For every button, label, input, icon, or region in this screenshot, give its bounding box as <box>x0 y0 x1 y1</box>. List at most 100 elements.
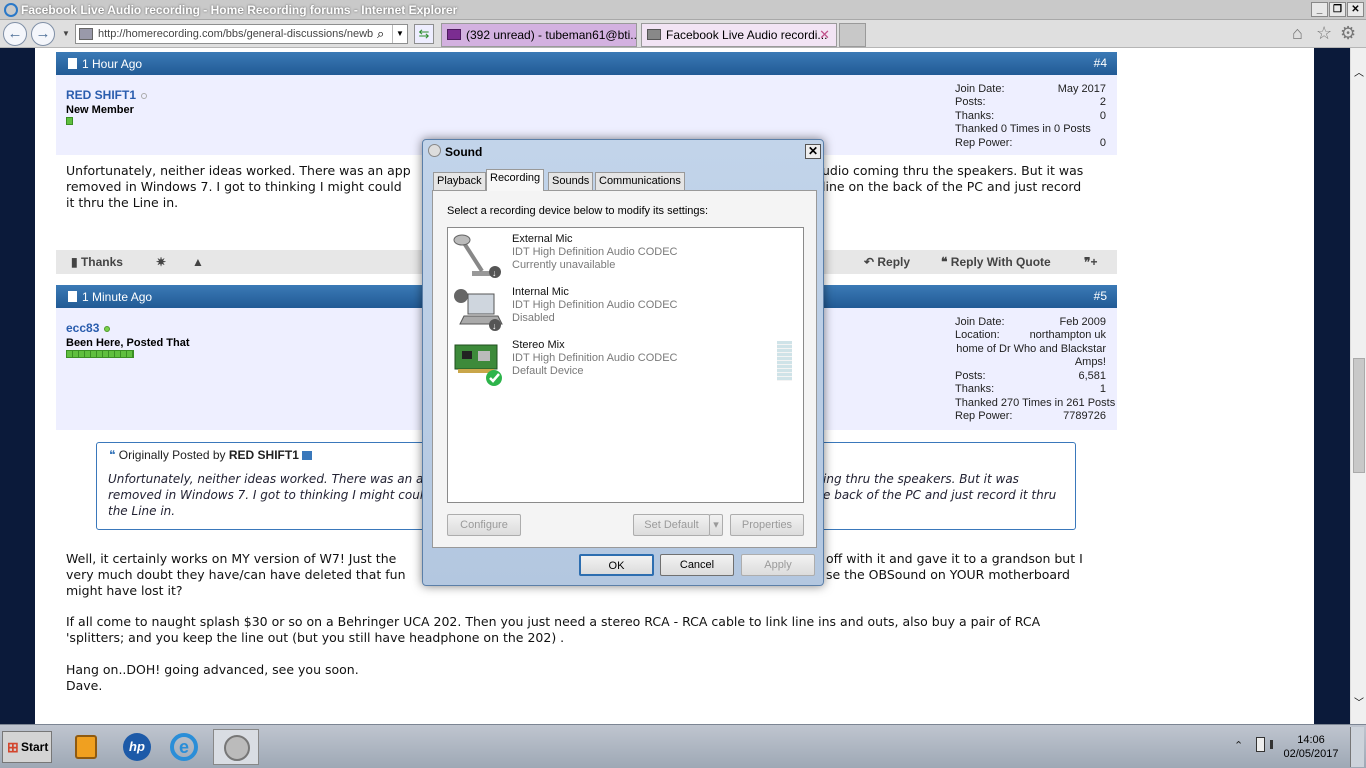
post-number-link[interactable]: #5 <box>1094 289 1107 303</box>
clock[interactable]: 14:06 02/05/2017 <box>1280 733 1342 761</box>
post-body-line: udio coming thru the speakers. But it wa… <box>822 163 1084 178</box>
tab-recording[interactable]: Recording <box>486 169 545 191</box>
favorites-star-icon[interactable]: ☆ <box>1316 23 1332 44</box>
mail-icon <box>447 29 461 40</box>
thanked-count: Thanked 0 Times in 0 Posts <box>955 123 1091 135</box>
dialog-close-button[interactable]: ✕ <box>805 144 821 159</box>
new-tab-button[interactable] <box>839 23 866 47</box>
post-body-line: very much doubt they have/can have delet… <box>66 567 406 582</box>
address-bar[interactable]: http://homerecording.com/bbs/general-dis… <box>75 24 408 44</box>
windows-logo-icon: ⊞ <box>7 739 19 755</box>
scroll-down-icon[interactable]: ﹀ <box>1354 694 1364 709</box>
refresh-button[interactable]: ⇆ <box>414 24 434 44</box>
tab-playback[interactable]: Playback <box>433 172 486 190</box>
quote-line: Unfortunately, neither ideas worked. The… <box>108 472 439 486</box>
device-driver: IDT High Definition Audio CODEC <box>512 352 678 364</box>
hp-logo-icon[interactable]: hp <box>117 729 157 765</box>
tab-forum[interactable]: Facebook Live Audio recordi... ✕ <box>641 23 837 47</box>
username-link[interactable]: ecc83 <box>66 321 99 335</box>
view-post-icon[interactable] <box>302 451 313 461</box>
address-dropdown-icon[interactable]: ▼ <box>392 25 407 43</box>
device-name: Internal Mic <box>512 286 569 298</box>
close-tab-icon[interactable]: ✕ <box>819 24 830 46</box>
reply-button[interactable]: ↶ Reply <box>864 255 910 269</box>
properties-button[interactable]: Properties <box>730 514 804 536</box>
start-button[interactable]: ⊞ Start <box>2 731 52 763</box>
maximize-button[interactable]: ❐ <box>1329 2 1346 17</box>
apply-button[interactable]: Apply <box>741 554 815 576</box>
ok-button[interactable]: OK <box>579 554 654 576</box>
device-name: Stereo Mix <box>512 339 565 351</box>
post-body-line: Unfortunately, neither ideas worked. The… <box>66 163 411 178</box>
reputation-star-icon[interactable]: ✷ <box>156 255 166 269</box>
scroll-thumb[interactable] <box>1353 358 1365 473</box>
show-hidden-icons-icon[interactable]: ⌃ <box>1234 739 1243 752</box>
report-warning-icon[interactable]: ▲ <box>192 255 204 269</box>
thanks-value: 1 <box>1099 383 1106 395</box>
show-desktop-button[interactable] <box>1350 727 1364 767</box>
tab-forum-label: Facebook Live Audio recordi... <box>666 28 828 42</box>
location-line: home of Dr Who and Blackstar <box>956 343 1106 355</box>
reply-with-quote-button[interactable]: ❝ Reply With Quote <box>941 255 1051 269</box>
list-item[interactable]: Stereo Mix IDT High Definition Audio COD… <box>452 337 797 389</box>
list-item[interactable]: ↓ External Mic IDT High Definition Audio… <box>452 231 797 283</box>
minimize-button[interactable]: _ <box>1311 2 1328 17</box>
quote-prefix: Originally Posted by <box>118 448 226 462</box>
tab-communications[interactable]: Communications <box>595 172 685 190</box>
scroll-up-icon[interactable]: ︿ <box>1354 64 1364 79</box>
post-number-link[interactable]: #4 <box>1094 56 1107 70</box>
multi-quote-icon[interactable]: ❞+ <box>1084 255 1097 269</box>
history-dropdown-icon[interactable]: ▼ <box>62 29 70 38</box>
user-title: New Member <box>66 104 134 116</box>
offline-status-icon <box>141 92 148 99</box>
quote-header: ❝ Originally Posted by RED SHIFT1 <box>109 448 313 462</box>
set-default-dropdown-icon[interactable]: ▾ <box>709 514 723 536</box>
home-icon[interactable]: ⌂ <box>1292 23 1303 44</box>
back-button[interactable]: ← <box>3 22 27 46</box>
device-driver: IDT High Definition Audio CODEC <box>512 299 678 311</box>
set-default-button[interactable]: Set Default <box>633 514 710 536</box>
signal-icon[interactable] <box>1270 740 1273 749</box>
device-driver: IDT High Definition Audio CODEC <box>512 246 678 258</box>
join-date-label: Join Date: <box>955 316 1005 328</box>
settings-gear-icon[interactable]: ⚙ <box>1340 23 1356 44</box>
posts-label: Posts: <box>955 96 986 108</box>
tab-email-label: (392 unread) - tubeman61@bti... <box>466 28 637 42</box>
location-line: Amps! <box>1074 356 1106 368</box>
svg-text:↓: ↓ <box>492 268 497 278</box>
quote-line: the Line in. <box>108 504 176 518</box>
post-body-line: 'splitters; and you keep the line out (b… <box>66 630 565 645</box>
thanks-button[interactable]: ▮ Thanks <box>71 255 123 269</box>
post-body-line: off with it and gave it to a grandson bu… <box>826 551 1083 566</box>
cancel-button[interactable]: Cancel <box>660 554 734 576</box>
page-scrollbar[interactable]: ︿ ﹀ <box>1350 48 1366 724</box>
list-item[interactable]: ↓ Internal Mic IDT High Definition Audio… <box>452 284 797 336</box>
media-player-icon[interactable] <box>66 729 106 765</box>
thanks-label: Thanks: <box>955 383 995 395</box>
sound-card-icon <box>454 344 502 386</box>
sound-taskbar-icon[interactable] <box>213 729 259 765</box>
reputation-bar <box>66 117 73 125</box>
user-title: Been Here, Posted That <box>66 337 190 349</box>
online-status-icon <box>104 325 111 332</box>
configure-button[interactable]: Configure <box>447 514 521 536</box>
quote-line: removed in Windows 7. I got to thinking … <box>108 488 431 502</box>
quote-icon: ❝ <box>109 448 119 462</box>
ie-logo-icon <box>4 3 18 17</box>
window-title-bar: Facebook Live Audio recording - Home Rec… <box>0 0 1366 20</box>
tab-sounds[interactable]: Sounds <box>548 172 594 190</box>
battery-icon[interactable] <box>1256 737 1265 752</box>
join-date-value: Feb 2009 <box>1059 316 1106 328</box>
dialog-title: Sound <box>445 145 483 159</box>
device-list[interactable]: ↓ External Mic IDT High Definition Audio… <box>447 227 804 503</box>
taskbar: ⊞ Start hp e ⌃ 14:06 02/05/2017 <box>0 724 1366 768</box>
forward-button[interactable]: → <box>31 22 55 46</box>
thanked-count: Thanked 270 Times in 261 Posts <box>955 397 1116 409</box>
tab-email[interactable]: (392 unread) - tubeman61@bti... <box>441 23 637 47</box>
internet-explorer-icon[interactable]: e <box>164 729 204 765</box>
close-window-button[interactable]: ✕ <box>1347 2 1364 17</box>
search-icon[interactable]: ⌕ <box>377 26 384 42</box>
location-label: Location: <box>955 329 1000 341</box>
username-link[interactable]: RED SHIFT1 <box>66 88 136 102</box>
post-body-line: removed in Windows 7. I got to thinking … <box>66 179 402 194</box>
